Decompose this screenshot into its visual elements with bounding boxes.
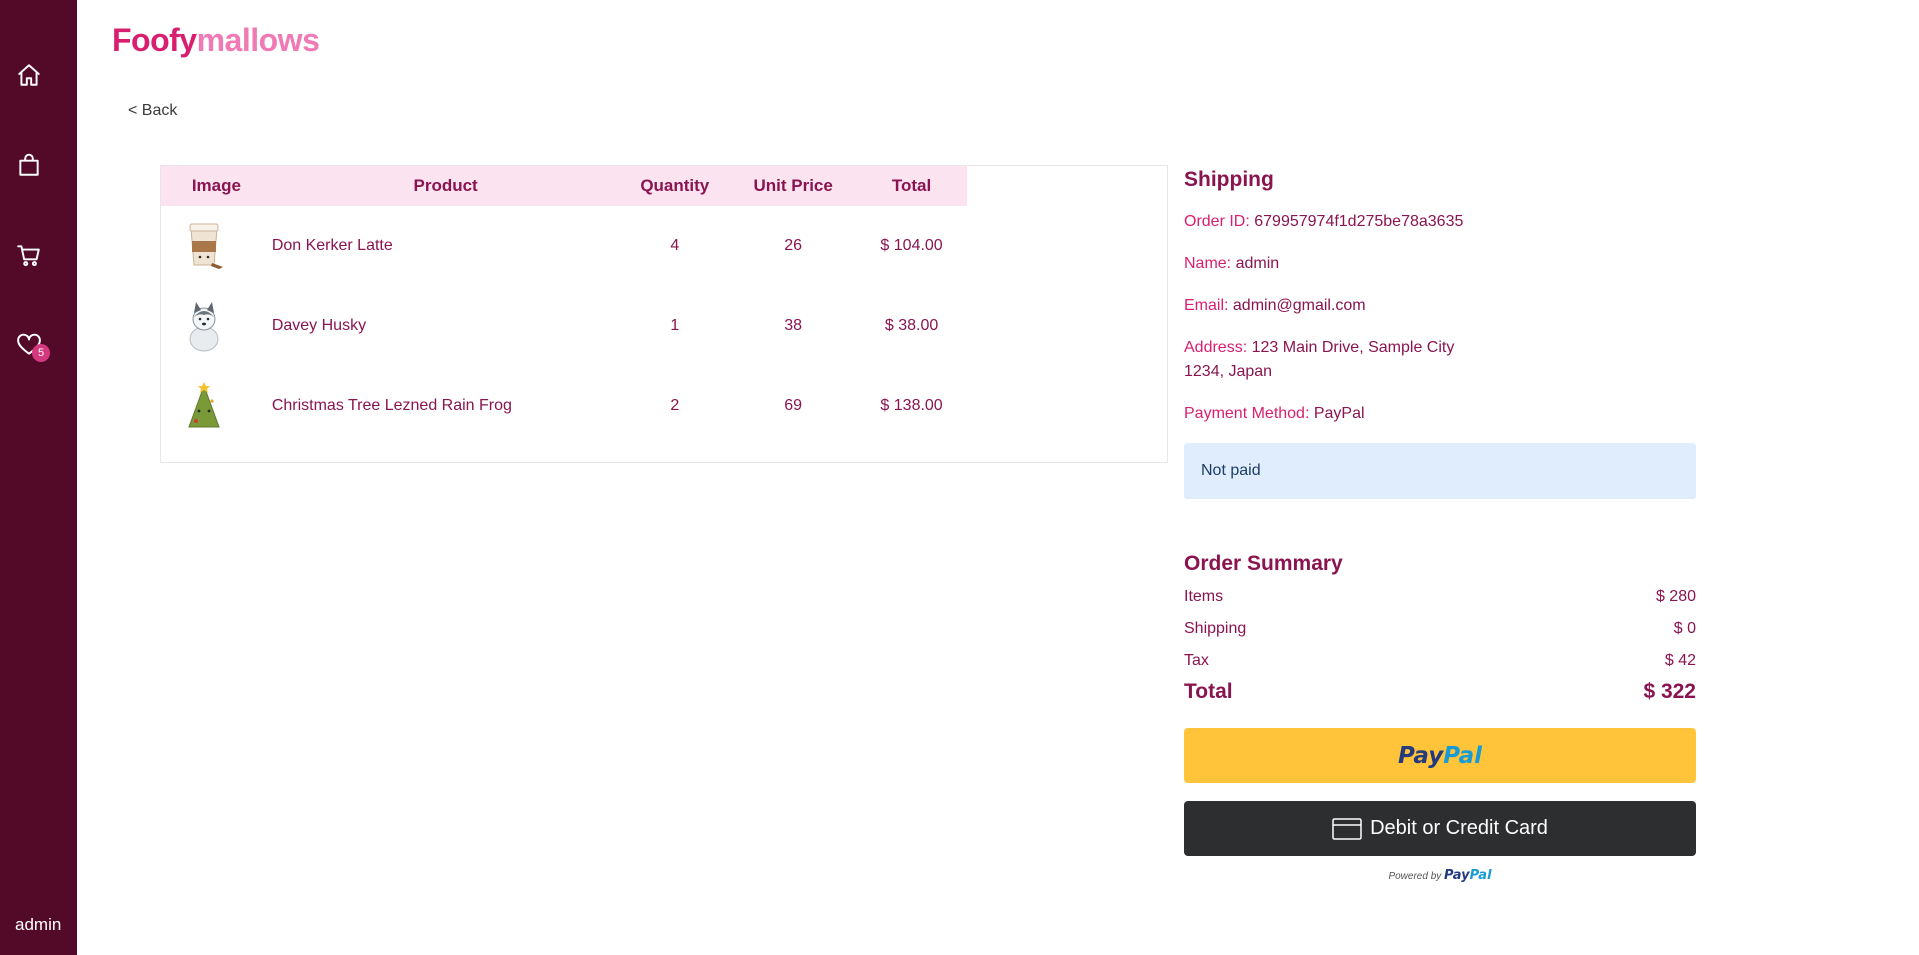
product-total: $ 138.00	[880, 397, 943, 414]
paypal-logo: PayPal	[1398, 743, 1482, 769]
logo-part-1: Foofy	[112, 22, 197, 58]
summary-shipping-row: Shipping $ 0	[1184, 618, 1696, 640]
logo-part-2: mallows	[196, 22, 320, 58]
email-value: admin@gmail.com	[1232, 297, 1366, 314]
payment-method-row: Payment Method: PayPal	[1184, 402, 1696, 426]
summary-items-label: Items	[1184, 588, 1224, 605]
shipping-panel: Shipping Order ID: 679957974f1d275be78a3…	[1184, 165, 1696, 499]
product-quantity: 4	[670, 237, 680, 254]
debit-credit-card-button[interactable]: Debit or Credit Card	[1184, 801, 1696, 856]
order-items-panel: Image Product Quantity Unit Price Total	[160, 165, 1168, 463]
card-button-label: Debit or Credit Card	[1370, 817, 1548, 839]
summary-shipping-value: $ 0	[1673, 620, 1696, 637]
payment-method-label: Payment Method:	[1184, 405, 1310, 422]
powered-paypal-logo: PayPal	[1444, 868, 1491, 883]
product-image-cell	[161, 206, 272, 286]
wishlist-button[interactable]: 5	[14, 330, 50, 362]
summary-total-row: Total $ 322	[1184, 681, 1696, 703]
order-summary-title: Order Summary	[1184, 552, 1343, 575]
product-name[interactable]: Davey Husky	[272, 286, 620, 366]
paypal-logo-pay: Pay	[1398, 742, 1444, 769]
address-line-1: 123 Main Drive, Sample City	[1251, 339, 1455, 356]
order-items-table: Image Product Quantity Unit Price Total	[161, 166, 967, 446]
header-quantity: Quantity	[640, 176, 710, 195]
sidebar: 5 admin	[0, 0, 77, 955]
address-label: Address:	[1184, 339, 1248, 356]
powered-logo-pay: Pay	[1444, 868, 1470, 883]
table-header-row: Image Product Quantity Unit Price Total	[161, 166, 967, 206]
product-unit-price: 26	[784, 237, 803, 254]
christmas-tree-image[interactable]	[179, 379, 229, 433]
powered-by-paypal: Powered by PayPal	[1184, 868, 1696, 883]
product-image-cell	[161, 366, 272, 446]
shipping-title: Shipping	[1184, 168, 1274, 191]
summary-items-row: Items $ 280	[1184, 586, 1696, 608]
summary-tax-label: Tax	[1184, 652, 1209, 669]
summary-tax-value: $ 42	[1664, 652, 1696, 669]
name-row: Name: admin	[1184, 252, 1696, 276]
table-row: Christmas Tree Lezned Rain Frog 2 69 $ 1…	[161, 366, 967, 446]
powered-logo-pal: Pal	[1469, 868, 1492, 883]
wishlist-count-badge: 5	[32, 344, 50, 362]
product-unit-price: 38	[784, 317, 803, 334]
name-value: admin	[1235, 255, 1280, 272]
summary-shipping-label: Shipping	[1184, 620, 1247, 637]
summary-tax-row: Tax $ 42	[1184, 650, 1696, 672]
order-summary: Order Summary Items $ 280 Shipping $ 0 T…	[1184, 552, 1696, 703]
summary-total-value: $ 322	[1643, 680, 1696, 703]
powered-by-label: Powered by	[1388, 871, 1442, 882]
product-quantity: 1	[670, 317, 680, 334]
shopping-bag-icon[interactable]	[14, 150, 44, 180]
payment-status-alert: Not paid	[1184, 443, 1696, 499]
order-id-label: Order ID:	[1184, 213, 1250, 230]
order-id-value: 679957974f1d275be78a3635	[1254, 213, 1464, 230]
payment-method-value: PayPal	[1313, 405, 1365, 422]
summary-items-value: $ 280	[1655, 588, 1696, 605]
cart-icon[interactable]	[14, 240, 44, 270]
table-row: Davey Husky 1 38 $ 38.00	[161, 286, 967, 366]
product-quantity: 2	[670, 397, 680, 414]
product-name[interactable]: Don Kerker Latte	[272, 206, 620, 286]
site-logo[interactable]: Foofymallows	[112, 22, 320, 59]
product-image-cell	[161, 286, 272, 366]
product-total: $ 104.00	[880, 237, 943, 254]
product-total: $ 38.00	[884, 317, 939, 334]
credit-card-icon	[1332, 817, 1362, 840]
product-name[interactable]: Christmas Tree Lezned Rain Frog	[272, 366, 620, 446]
address-row: Address: 123 Main Drive, Sample City 123…	[1184, 336, 1696, 384]
paypal-button[interactable]: PayPal	[1184, 728, 1696, 783]
latte-cup-image[interactable]	[179, 219, 229, 273]
header-total: Total	[891, 176, 932, 195]
back-link[interactable]: < Back	[128, 102, 177, 120]
address-line-2: 1234, Japan	[1184, 363, 1273, 380]
husky-image[interactable]	[179, 299, 229, 353]
summary-total-label: Total	[1184, 680, 1233, 703]
home-icon[interactable]	[14, 60, 44, 90]
product-unit-price: 69	[784, 397, 803, 414]
email-row: Email: admin@gmail.com	[1184, 294, 1696, 318]
name-label: Name:	[1184, 255, 1232, 272]
email-label: Email:	[1184, 297, 1229, 314]
table-row: Don Kerker Latte 4 26 $ 104.00	[161, 206, 967, 286]
header-product: Product	[413, 176, 478, 195]
order-id-row: Order ID: 679957974f1d275be78a3635	[1184, 210, 1696, 234]
header-image: Image	[191, 176, 241, 195]
user-name[interactable]: admin	[15, 915, 61, 935]
header-unit-price: Unit Price	[753, 176, 833, 195]
paypal-logo-pal: Pal	[1443, 742, 1482, 769]
